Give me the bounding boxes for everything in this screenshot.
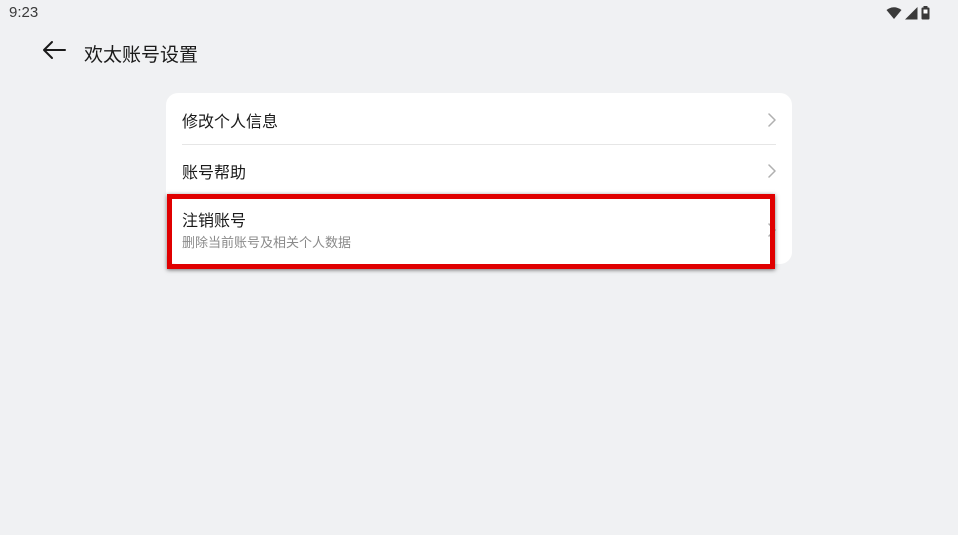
settings-item-account-help[interactable]: 账号帮助 <box>166 145 792 195</box>
settings-item-label: 账号帮助 <box>182 163 247 182</box>
settings-item-label: 修改个人信息 <box>182 112 279 131</box>
chevron-right-icon <box>768 112 776 127</box>
chevron-right-icon <box>768 163 776 178</box>
settings-item-subtitle: 删除当前账号及相关个人数据 <box>182 236 352 251</box>
battery-icon <box>921 5 930 24</box>
status-time: 9:23 <box>9 4 39 21</box>
chevron-right-icon <box>768 222 776 237</box>
wifi-icon <box>886 5 902 24</box>
status-icons <box>886 5 930 24</box>
header: 欢太账号设置 <box>0 26 958 80</box>
settings-item-label: 注销账号 <box>182 211 247 230</box>
arrow-left-icon <box>41 40 67 64</box>
bottom-strip <box>0 535 958 539</box>
cellular-signal-icon <box>905 5 918 24</box>
settings-item-delete-account[interactable]: 注销账号 删除当前账号及相关个人数据 <box>166 195 792 264</box>
settings-item-edit-profile[interactable]: 修改个人信息 <box>166 93 792 145</box>
settings-card: 修改个人信息 账号帮助 注销账号 删除当前账号及相关个人数据 <box>166 93 792 264</box>
status-bar: 9:23 <box>0 0 958 26</box>
page-title: 欢太账号设置 <box>84 44 199 66</box>
back-button[interactable] <box>38 38 70 66</box>
